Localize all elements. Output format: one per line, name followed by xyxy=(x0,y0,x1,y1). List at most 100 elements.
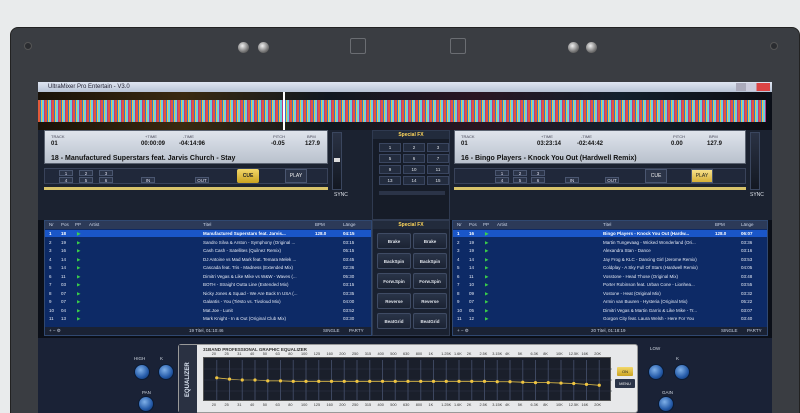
table-row[interactable]: 8 07 Nicky Jones & Squad - We Are Back In … xyxy=(45,290,371,297)
table-row[interactable]: 7 03 BOTH - Straight Outta Line (Extended … xyxy=(45,281,371,288)
loop-3-button[interactable]: 3 xyxy=(99,170,113,176)
crossfader[interactable] xyxy=(379,191,445,195)
fx-pad-5[interactable]: 5 xyxy=(379,154,401,163)
col-artist[interactable]: Artist xyxy=(89,221,99,229)
backspin-b-button[interactable]: BackSpin xyxy=(413,253,447,269)
fx-pad-2[interactable]: 2 xyxy=(403,143,425,152)
table-row[interactable]: 11 13 Mark Knight - In & Out (Original Clu… xyxy=(45,315,371,322)
loop-out-button[interactable]: OUT xyxy=(605,177,619,183)
fx-pad-6[interactable]: 6 xyxy=(403,154,425,163)
fx-pad-7[interactable]: 7 xyxy=(427,154,449,163)
col-title[interactable]: Titel xyxy=(603,221,611,229)
fx-pad-11[interactable]: 11 xyxy=(427,165,449,174)
col-bpm[interactable]: BPM xyxy=(315,221,325,229)
table-row[interactable]: 4 14 Jay Frog & KLC - Dancing Girl (Jerome… xyxy=(453,256,767,263)
table-row[interactable]: 9 07 Armin van Buuren - Hysteria (Original… xyxy=(453,298,767,305)
table-row[interactable]: 6 11 Vosstone - Head Those (Original Mix) 0… xyxy=(453,273,767,280)
fx-pad-13[interactable]: 13 xyxy=(379,176,401,185)
single-button[interactable]: SINGLE xyxy=(323,327,340,335)
play-button[interactable]: PLAY xyxy=(691,169,713,183)
add-icon[interactable]: + − ⚙ xyxy=(457,327,469,335)
loop-4-button[interactable]: 4 xyxy=(495,177,509,183)
table-row[interactable]: 10 04 Mat.Joe - Lunit 03:52 ▶ xyxy=(45,307,371,314)
play-button[interactable]: PLAY xyxy=(285,169,307,183)
table-row[interactable]: 4 14 DJ Antoine vs Mad Mark feat. Temara M… xyxy=(45,256,371,263)
party-button[interactable]: PARTY xyxy=(349,327,364,335)
table-row[interactable]: 1 18 Manufactured Superstars feat. Jarvis.… xyxy=(45,230,371,237)
table-row[interactable]: 2 19 Martin Tungevaag - Wicked Wonderland … xyxy=(453,239,767,246)
table-row[interactable]: 1 16 Bingo Players - Knock You Out (Hardw.… xyxy=(453,230,767,237)
loop-out-button[interactable]: OUT xyxy=(195,177,209,183)
progress-bar[interactable] xyxy=(44,187,328,190)
fx-pad-1[interactable]: 1 xyxy=(379,143,401,152)
table-row[interactable]: 3 19 Alexandra Stan - Dance 03:16 ▶ xyxy=(453,247,767,254)
col-nr[interactable]: Nr xyxy=(49,221,54,229)
fx-pad-9[interactable]: 9 xyxy=(379,165,401,174)
backspin-a-button[interactable]: BackSpin xyxy=(377,253,411,269)
loop-3-button[interactable]: 3 xyxy=(531,170,545,176)
col-title[interactable]: Titel xyxy=(203,221,211,229)
table-row[interactable]: 7 10 Porter Robinson feat. Urban Cone - Li… xyxy=(453,281,767,288)
party-button[interactable]: PARTY xyxy=(747,327,762,335)
col-pos[interactable]: Pos xyxy=(469,221,477,229)
loop-1-button[interactable]: 1 xyxy=(495,170,509,176)
pitch-slider-handle[interactable] xyxy=(334,158,340,162)
low-knob[interactable] xyxy=(648,364,664,380)
sync-button[interactable]: SYNC xyxy=(750,192,764,198)
loop-6-button[interactable]: 6 xyxy=(531,177,545,183)
loop-1-button[interactable]: 1 xyxy=(59,170,73,176)
forwspin-a-button[interactable]: Forw.Spin xyxy=(377,273,411,289)
col-artist[interactable]: Artist xyxy=(497,221,507,229)
waveform-cursor[interactable] xyxy=(283,92,285,130)
brake-a-button[interactable]: Brake xyxy=(377,233,411,249)
col-length[interactable]: Länge xyxy=(343,221,356,229)
table-row[interactable]: 5 14 Coldplay - A Sky Full Of Stars (Hardw… xyxy=(453,264,767,271)
fx-pad-10[interactable]: 10 xyxy=(403,165,425,174)
loop-in-button[interactable]: IN xyxy=(565,177,579,183)
fx-pad-3[interactable]: 3 xyxy=(427,143,449,152)
col-bpm[interactable]: BPM xyxy=(715,221,725,229)
window-controls[interactable] xyxy=(736,83,770,91)
loop-in-button[interactable]: IN xyxy=(141,177,155,183)
forwspin-b-button[interactable]: Forw.Spin xyxy=(413,273,447,289)
filter-knob[interactable] xyxy=(674,364,690,380)
table-row[interactable]: 9 07 Galantis - You (Tiësto vs. Tivoloud M… xyxy=(45,298,371,305)
sync-button[interactable]: SYNC xyxy=(334,192,348,198)
gain-knob[interactable] xyxy=(658,396,674,412)
reverse-b-button[interactable]: Reverse xyxy=(413,293,447,309)
reverse-a-button[interactable]: Reverse xyxy=(377,293,411,309)
beatgrid-a-button[interactable]: BeatGrid xyxy=(377,313,411,329)
equalizer-menu-button[interactable]: MENU xyxy=(615,379,635,388)
high-knob[interactable] xyxy=(134,364,150,380)
beatgrid-b-button[interactable]: BeatGrid xyxy=(413,313,447,329)
table-row[interactable]: 5 14 Cascada feat. Tris - Madness (Extende… xyxy=(45,264,371,271)
table-row[interactable]: 8 09 Vostone - Heat (Original Mix) 03:32 ▶ xyxy=(453,290,767,297)
col-length[interactable]: Länge xyxy=(741,221,754,229)
col-pp[interactable]: PP xyxy=(75,221,81,229)
table-row[interactable]: 11 12 Gorgon City feat. Laura Welsh - Here… xyxy=(453,315,767,322)
pan-knob[interactable] xyxy=(138,396,154,412)
fx-pad-15[interactable]: 15 xyxy=(427,176,449,185)
cue-button[interactable]: CUE xyxy=(645,169,667,183)
table-row[interactable]: 10 05 Dimitri Vegas & Martin Garrix & Like… xyxy=(453,307,767,314)
waveform-overview[interactable] xyxy=(38,92,766,130)
progress-bar[interactable] xyxy=(454,187,746,190)
brake-b-button[interactable]: Brake xyxy=(413,233,447,249)
add-icon[interactable]: + − ⚙ xyxy=(49,327,61,335)
col-pp[interactable]: PP xyxy=(483,221,489,229)
loop-5-button[interactable]: 5 xyxy=(513,177,527,183)
table-row[interactable]: 6 11 Dimitri Vegas & Like Mike vs W&W - Wa… xyxy=(45,273,371,280)
loop-6-button[interactable]: 6 xyxy=(99,177,113,183)
fx-pad-14[interactable]: 14 xyxy=(403,176,425,185)
equalizer-on-button[interactable]: ON xyxy=(617,367,633,376)
col-pos[interactable]: Pos xyxy=(61,221,69,229)
equalizer-curve[interactable] xyxy=(204,358,612,402)
loop-2-button[interactable]: 2 xyxy=(513,170,527,176)
loop-5-button[interactable]: 5 xyxy=(79,177,93,183)
mid-knob[interactable] xyxy=(158,364,174,380)
col-nr[interactable]: Nr xyxy=(457,221,462,229)
pitch-slider[interactable] xyxy=(750,132,760,190)
table-row[interactable]: 3 16 Cash Cash - Satellites (Quilnez Remix… xyxy=(45,247,371,254)
loop-2-button[interactable]: 2 xyxy=(79,170,93,176)
table-row[interactable]: 2 19 Sandro Silva & Arston - Symphony (Ori… xyxy=(45,239,371,246)
